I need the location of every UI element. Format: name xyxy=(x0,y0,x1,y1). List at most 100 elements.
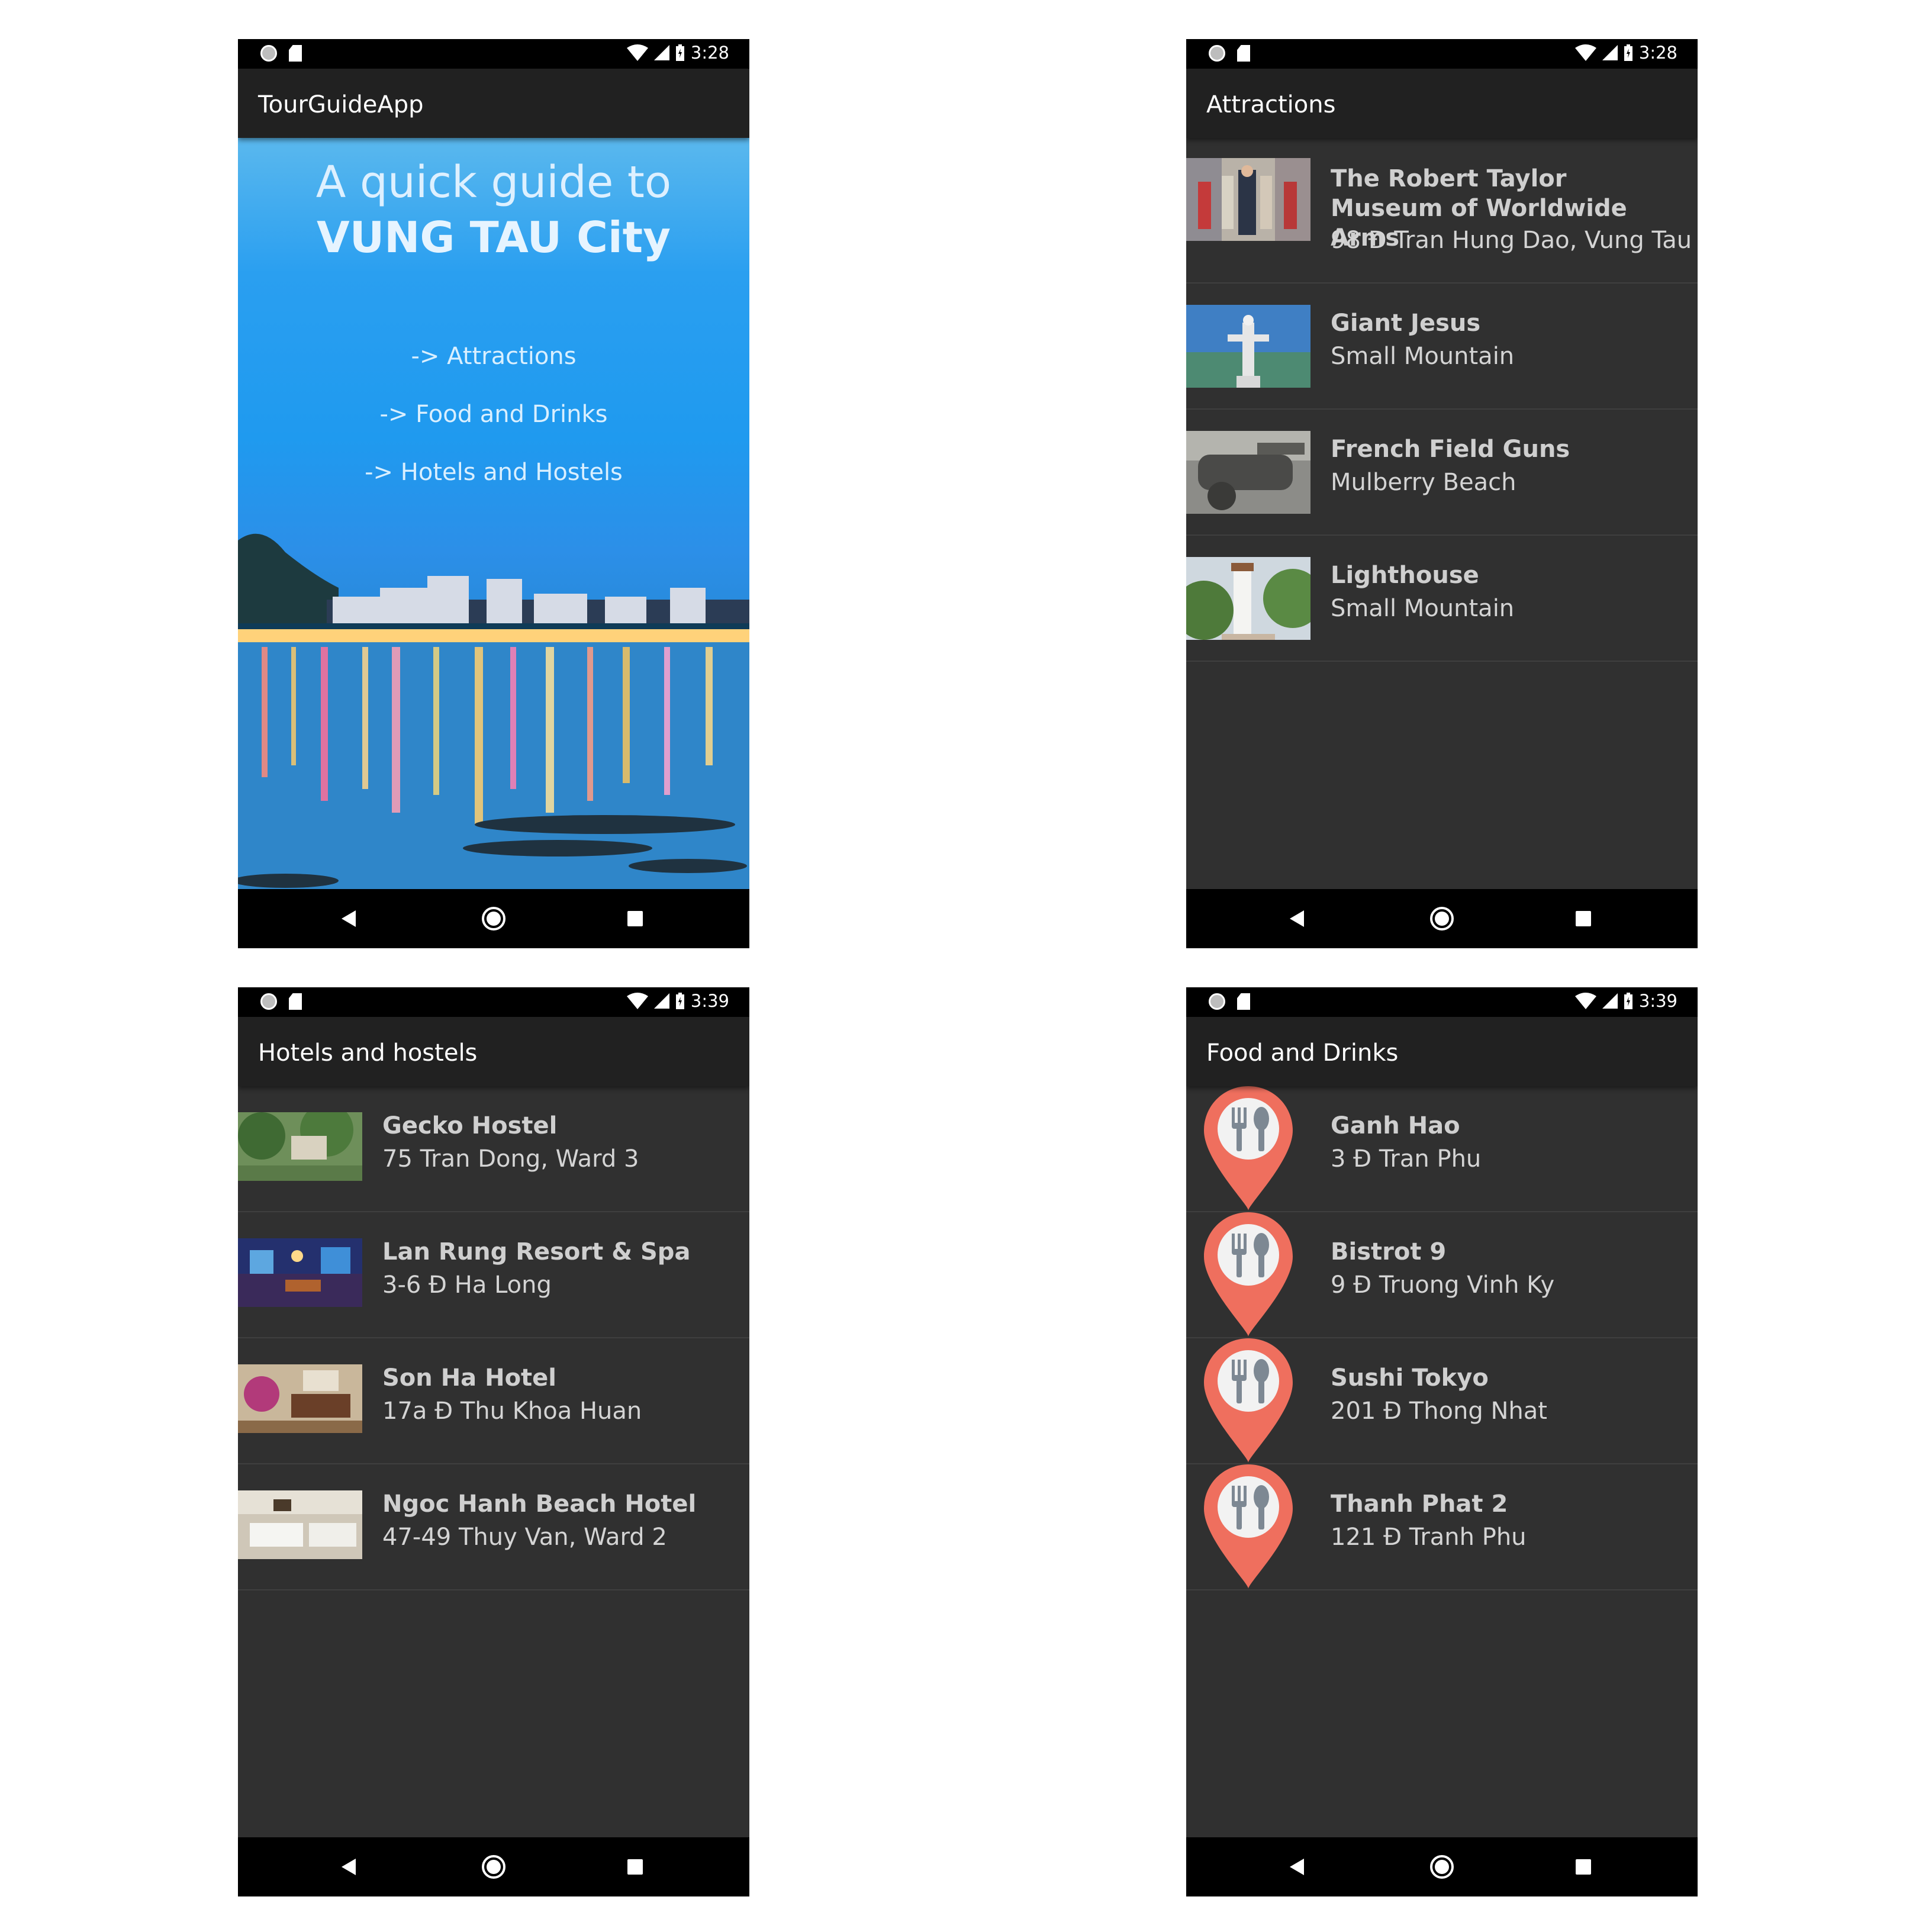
list-item[interactable]: Lan Rung Resort & Spa 3-6 Đ Ha Long xyxy=(238,1212,749,1338)
status-time: 3:28 xyxy=(690,43,729,63)
food-and-drinks-link[interactable]: -> Food and Drinks xyxy=(238,401,749,428)
hotels-list: Gecko Hostel 75 Tran Dong, Ward 3 Lan Ru… xyxy=(238,1086,749,1590)
screen-title: Hotels and hostels xyxy=(258,1039,478,1067)
list-item[interactable]: Son Ha Hotel 17a Đ Thu Khoa Huan xyxy=(238,1338,749,1464)
recent-apps-icon[interactable] xyxy=(1576,911,1591,926)
attractions-list: The Robert Taylor Museum of Worldwide Ar… xyxy=(1186,138,1698,662)
back-icon[interactable] xyxy=(1290,1859,1304,1875)
french-field-guns-thumbnail xyxy=(1186,431,1310,514)
list-item[interactable]: The Robert Taylor Museum of Worldwide Ar… xyxy=(1186,138,1698,284)
item-title: Son Ha Hotel xyxy=(382,1364,557,1392)
item-subtitle: 9 Đ Truong Vinh Ky xyxy=(1331,1271,1555,1299)
item-subtitle: Mulberry Beach xyxy=(1331,469,1516,496)
app-bar: Hotels and hostels xyxy=(238,1017,749,1086)
restaurant-pin-icon xyxy=(1204,1212,1293,1337)
screen-title: Attractions xyxy=(1206,91,1336,118)
navigation-bar xyxy=(1186,889,1698,948)
item-subtitle: 3 Đ Tran Phu xyxy=(1331,1145,1482,1173)
item-title: Lan Rung Resort & Spa xyxy=(382,1238,691,1266)
item-subtitle: 98 Đ Tran Hung Dao, Vung Tau xyxy=(1331,227,1692,254)
home-icon[interactable] xyxy=(482,907,505,930)
item-title: Thanh Phat 2 xyxy=(1331,1490,1508,1518)
lighthouse-thumbnail xyxy=(1186,557,1310,640)
app-title: TourGuideApp xyxy=(258,91,424,118)
item-subtitle: Small Mountain xyxy=(1331,343,1515,370)
notification-dot-icon xyxy=(260,993,277,1010)
screen-title: Food and Drinks xyxy=(1206,1039,1399,1067)
list-item[interactable]: Ngoc Hanh Beach Hotel 47-49 Thuy Van, Wa… xyxy=(238,1464,749,1590)
notification-dot-icon xyxy=(260,45,277,62)
navigation-bar xyxy=(1186,1837,1698,1896)
list-item[interactable]: Bistrot 9 9 Đ Truong Vinh Ky xyxy=(1186,1212,1698,1338)
list-item[interactable]: Giant Jesus Small Mountain xyxy=(1186,284,1698,410)
item-title: Ngoc Hanh Beach Hotel xyxy=(382,1490,697,1518)
list-item[interactable]: Sushi Tokyo 201 Đ Thong Nhat xyxy=(1186,1338,1698,1464)
list-item[interactable]: Ganh Hao 3 Đ Tran Phu xyxy=(1186,1086,1698,1212)
item-title: Ganh Hao xyxy=(1331,1112,1460,1139)
app-bar: TourGuideApp xyxy=(238,69,749,138)
lan-rung-resort-thumbnail xyxy=(238,1238,362,1307)
item-title: Lighthouse xyxy=(1331,562,1479,589)
battery-icon xyxy=(675,44,684,61)
food-list: Ganh Hao 3 Đ Tran Phu Bistrot 9 9 Đ Truo… xyxy=(1186,1086,1698,1590)
wifi-icon xyxy=(1574,44,1596,61)
wifi-icon xyxy=(626,993,648,1009)
status-time: 3:39 xyxy=(690,991,729,1011)
list-item[interactable]: Thanh Phat 2 121 Đ Tranh Phu xyxy=(1186,1464,1698,1590)
status-bar: 3:39 xyxy=(1186,987,1698,1017)
hotels-and-hostels-link[interactable]: -> Hotels and Hostels xyxy=(238,459,749,486)
item-subtitle: 47-49 Thuy Van, Ward 2 xyxy=(382,1524,667,1551)
notification-dot-icon xyxy=(1209,993,1225,1010)
list-item[interactable]: Gecko Hostel 75 Tran Dong, Ward 3 xyxy=(238,1086,749,1212)
battery-icon xyxy=(1624,993,1632,1009)
list-item[interactable]: Lighthouse Small Mountain xyxy=(1186,536,1698,662)
hero-headline-line1: A quick guide to xyxy=(315,157,672,208)
status-bar: 3:28 xyxy=(238,39,749,69)
phone-attractions-screen: 3:28 Attractions The Robert Taylor Museu… xyxy=(1186,39,1698,948)
hero-background: A quick guide to VUNG TAU City -> Attrac… xyxy=(238,138,749,889)
battery-icon xyxy=(675,993,684,1009)
status-time: 3:28 xyxy=(1638,43,1677,63)
navigation-bar xyxy=(238,889,749,948)
item-subtitle: 121 Đ Tranh Phu xyxy=(1331,1524,1527,1551)
sd-card-icon xyxy=(289,45,302,62)
home-icon[interactable] xyxy=(1430,1855,1454,1879)
list-item[interactable]: French Field Guns Mulberry Beach xyxy=(1186,410,1698,536)
signal-icon xyxy=(653,993,669,1009)
back-icon[interactable] xyxy=(342,910,356,927)
wifi-icon xyxy=(626,44,648,61)
hero-headline-line2: VUNG TAU City xyxy=(316,212,671,262)
status-time: 3:39 xyxy=(1638,991,1677,1011)
app-bar: Attractions xyxy=(1186,69,1698,138)
back-icon[interactable] xyxy=(1290,910,1304,927)
giant-jesus-thumbnail xyxy=(1186,305,1310,388)
navigation-bar xyxy=(238,1837,749,1896)
sd-card-icon xyxy=(1237,45,1250,62)
notification-dot-icon xyxy=(1209,45,1225,62)
wifi-icon xyxy=(1574,993,1596,1009)
attractions-link[interactable]: -> Attractions xyxy=(238,343,749,370)
phone-food-screen: 3:39 Food and Drinks Ganh Hao 3 Đ Tran P… xyxy=(1186,987,1698,1896)
sd-card-icon xyxy=(1237,993,1250,1010)
item-title: Sushi Tokyo xyxy=(1331,1364,1489,1392)
item-subtitle: 3-6 Đ Ha Long xyxy=(382,1271,552,1299)
item-subtitle: 75 Tran Dong, Ward 3 xyxy=(382,1145,639,1173)
item-title: Bistrot 9 xyxy=(1331,1238,1447,1266)
app-bar: Food and Drinks xyxy=(1186,1017,1698,1086)
back-icon[interactable] xyxy=(342,1859,356,1875)
ngoc-hanh-hotel-thumbnail xyxy=(238,1490,362,1559)
item-subtitle: 17a Đ Thu Khoa Huan xyxy=(382,1398,642,1425)
item-title: Gecko Hostel xyxy=(382,1112,558,1139)
item-title: French Field Guns xyxy=(1331,436,1570,463)
restaurant-pin-icon xyxy=(1204,1086,1293,1210)
recent-apps-icon[interactable] xyxy=(627,911,643,926)
restaurant-pin-icon xyxy=(1204,1464,1293,1589)
item-subtitle: Small Mountain xyxy=(1331,595,1515,622)
home-icon[interactable] xyxy=(482,1855,505,1879)
signal-icon xyxy=(1602,993,1618,1009)
recent-apps-icon[interactable] xyxy=(627,1859,643,1875)
signal-icon xyxy=(1602,45,1618,60)
phone-hotels-screen: 3:39 Hotels and hostels Gecko Hostel 75 … xyxy=(238,987,749,1896)
recent-apps-icon[interactable] xyxy=(1576,1859,1591,1875)
home-icon[interactable] xyxy=(1430,907,1454,930)
